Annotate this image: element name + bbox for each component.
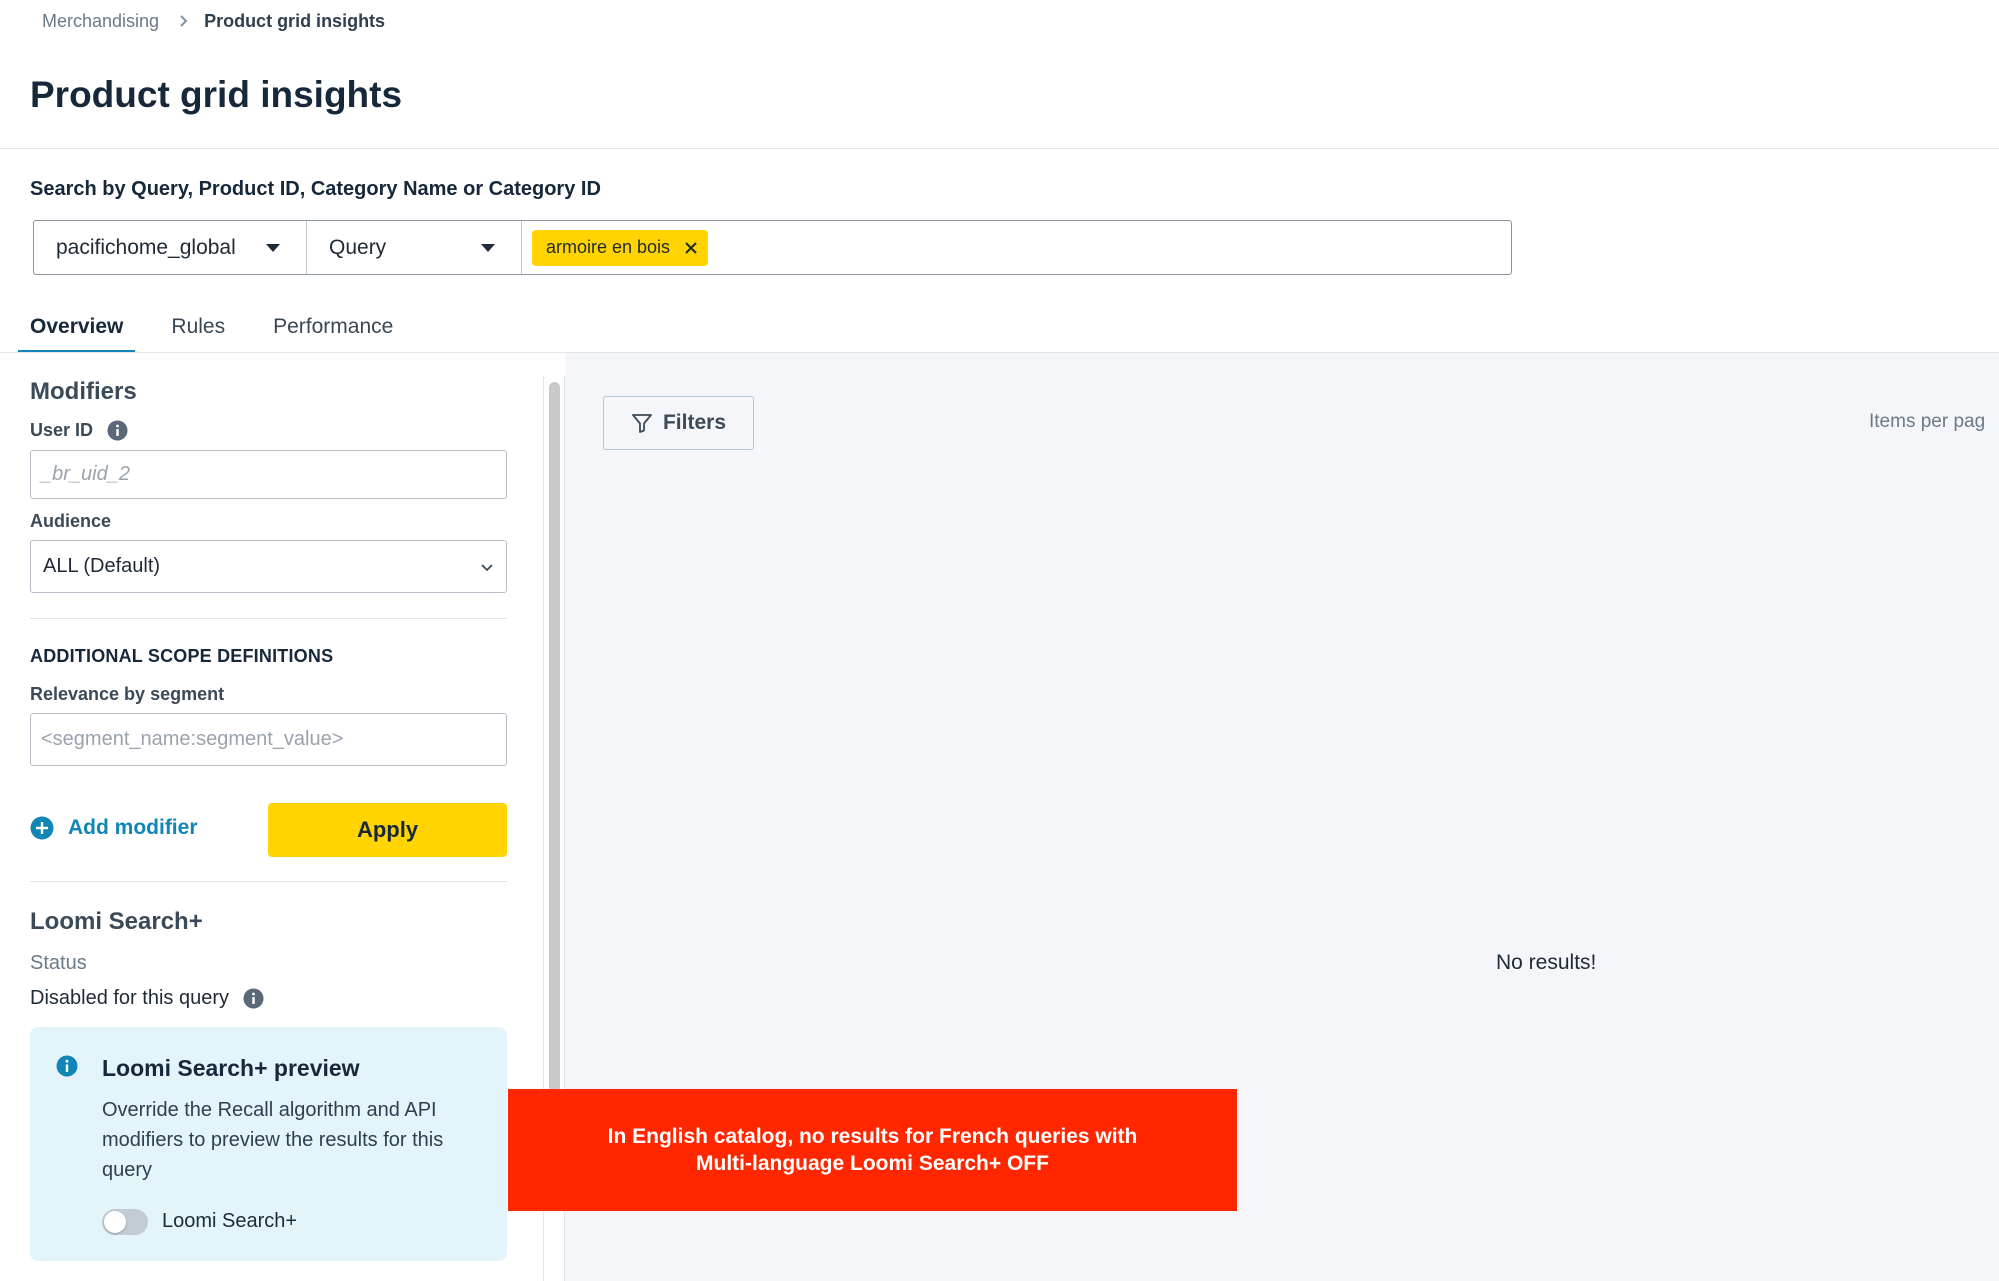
relevance-label: Relevance by segment: [30, 684, 225, 704]
breadcrumb-current: Product grid insights: [204, 10, 386, 31]
query-tag-chip: armoire en bois: [532, 229, 709, 266]
plus-circle-icon: [30, 816, 54, 840]
scope-heading: ADDITIONAL SCOPE DEFINITIONS: [30, 646, 334, 666]
add-modifier-label: Add modifier: [68, 816, 198, 839]
filters-label: Filters: [662, 411, 727, 434]
search-bar: pacifichome_global Query armoire en bois: [33, 220, 1512, 275]
annotation-callout: In English catalog, no results for Frenc…: [508, 1089, 1237, 1211]
status-value-text: Disabled for this query: [30, 987, 229, 1009]
tab-bar: Overview Rules Performance: [18, 300, 429, 353]
loomi-preview-card: Loomi Search+ preview Override the Recal…: [30, 1027, 507, 1261]
apply-button[interactable]: Apply: [268, 803, 507, 857]
no-results-message: No results!: [1496, 951, 1597, 974]
caret-down-icon: [266, 243, 280, 252]
header-divider: [0, 148, 1999, 149]
info-icon[interactable]: [107, 420, 128, 441]
catalog-select[interactable]: pacifichome_global: [34, 221, 307, 274]
divider: [30, 881, 507, 882]
items-per-page-label: Items per pag: [1869, 411, 1986, 432]
audience-label: Audience: [30, 511, 112, 531]
info-icon[interactable]: [243, 988, 264, 1009]
breadcrumb-merchandising-link[interactable]: Merchandising: [42, 11, 159, 32]
relevance-placeholder: <segment_name:segment_value>: [41, 728, 344, 750]
user-id-label: User ID: [30, 420, 128, 441]
status-value: Disabled for this query: [30, 987, 264, 1010]
chevron-down-icon: [480, 555, 494, 578]
search-type-select[interactable]: Query: [307, 221, 522, 274]
query-tag-label: armoire en bois: [546, 237, 671, 257]
caret-down-icon: [481, 243, 495, 252]
modifiers-heading: Modifiers: [30, 378, 137, 405]
catalog-select-value: pacifichome_global: [56, 235, 236, 259]
audience-value: ALL (Default): [43, 555, 161, 577]
annotation-line-1: In English catalog, no results for Frenc…: [607, 1125, 1138, 1148]
user-id-input[interactable]: _br_uid_2: [30, 450, 507, 499]
toggle-knob: [104, 1211, 126, 1233]
user-id-label-text: User ID: [30, 420, 94, 440]
divider: [30, 618, 507, 619]
scrollbar-thumb[interactable]: [549, 382, 560, 1092]
tab-overview[interactable]: Overview: [18, 300, 136, 353]
chevron-right-icon: [179, 14, 188, 28]
search-type-value: Query: [329, 235, 387, 259]
annotation-line-2: Multi-language Loomi Search+ OFF: [696, 1152, 1049, 1175]
search-label: Search by Query, Product ID, Category Na…: [30, 178, 601, 200]
query-tags-input[interactable]: armoire en bois: [522, 221, 1511, 274]
filter-icon: [631, 412, 653, 434]
status-label: Status: [30, 952, 87, 974]
audience-select[interactable]: ALL (Default): [30, 540, 507, 593]
tab-rules[interactable]: Rules: [159, 300, 237, 353]
info-icon: [56, 1055, 78, 1077]
relevance-segment-input[interactable]: <segment_name:segment_value>: [30, 713, 507, 766]
breadcrumb: Merchandising Product grid insights: [42, 8, 385, 34]
add-modifier-button[interactable]: Add modifier: [30, 816, 198, 840]
remove-tag-icon[interactable]: [684, 241, 698, 255]
page-title: Product grid insights: [30, 74, 403, 115]
user-id-placeholder: _br_uid_2: [41, 463, 130, 485]
filters-button[interactable]: Filters: [603, 396, 754, 450]
preview-title: Loomi Search+ preview: [102, 1055, 360, 1081]
loomi-search-toggle[interactable]: [102, 1209, 148, 1235]
tab-performance[interactable]: Performance: [261, 300, 405, 353]
toggle-label: Loomi Search+: [162, 1210, 298, 1232]
preview-description: Override the Recall algorithm and API mo…: [102, 1099, 444, 1181]
loomi-heading: Loomi Search+: [30, 908, 203, 935]
